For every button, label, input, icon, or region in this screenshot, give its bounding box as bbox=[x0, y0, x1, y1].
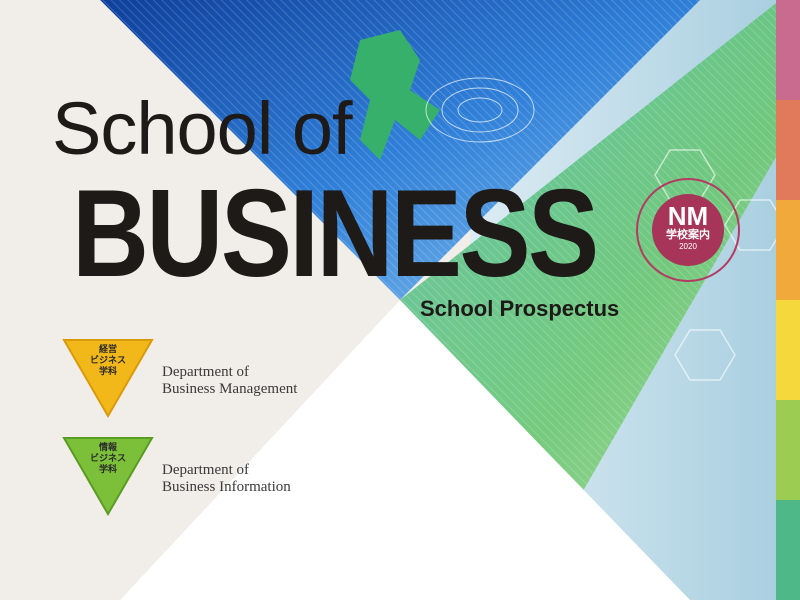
badge-text: 情報 ビジネス 学科 bbox=[89, 442, 126, 474]
prospectus-cover: School of BUSINESS School Prospectus NM … bbox=[0, 0, 800, 600]
title-line-2: BUSINESS bbox=[72, 165, 599, 303]
department-name: Department of Business Information bbox=[162, 462, 291, 495]
seal-label: 学校案内 bbox=[666, 229, 710, 241]
department-name: Department of Business Management bbox=[162, 364, 298, 397]
rainbow-edge bbox=[776, 0, 800, 600]
badge-text: 経営 ビジネス 学科 bbox=[89, 344, 126, 376]
seal-logo: NM bbox=[667, 201, 709, 231]
department-management[interactable]: 経営 ビジネス 学科 Department of Business Manage… bbox=[62, 338, 362, 418]
seal-center: NM 学校案内 2020 bbox=[652, 194, 724, 266]
seal-year: 2020 bbox=[679, 242, 697, 251]
title-line-1: School of bbox=[52, 87, 353, 170]
department-information[interactable]: 情報 ビジネス 学科 Department of Business Inform… bbox=[62, 436, 362, 516]
school-seal: NM 学校案内 2020 bbox=[636, 178, 740, 282]
subtitle: School Prospectus bbox=[420, 296, 620, 321]
